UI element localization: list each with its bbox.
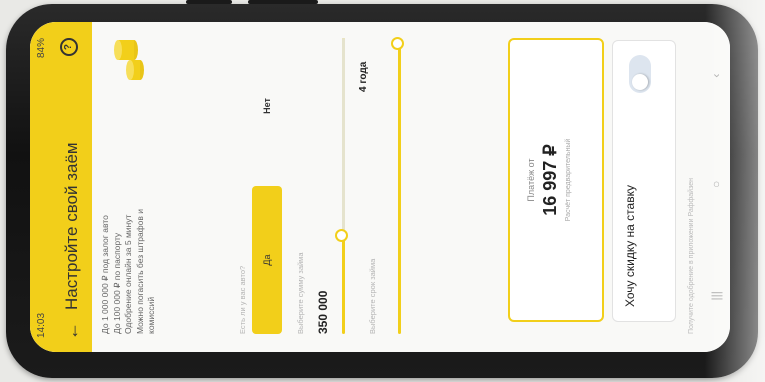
- promo-text: До 1 000 000 ₽ под залог авто До 100 000…: [100, 84, 158, 334]
- amount-slider-track[interactable]: [342, 38, 345, 334]
- term-slider-track[interactable]: [398, 38, 401, 334]
- page-title: Настройте свой заём: [62, 142, 81, 310]
- home-icon[interactable]: ○: [709, 181, 723, 188]
- app-screen: 14:03 84% ← Настройте свой заём ? До 1 0…: [30, 22, 730, 352]
- discount-label: Хочу скидку на ставку: [623, 185, 637, 307]
- status-battery: 84%: [36, 38, 47, 59]
- status-time: 14:03: [36, 312, 47, 338]
- promo-line: комиссий: [146, 296, 156, 334]
- phone-side-button: [248, 0, 318, 4]
- footnote: Получите одобрение в приложении Раффайзе…: [688, 178, 695, 334]
- amount-slider-rest: [342, 38, 345, 237]
- back-chevron-icon[interactable]: ‹: [709, 74, 723, 78]
- promo-line: До 100 000 ₽ по паспорту: [111, 232, 122, 334]
- question-circle-icon[interactable]: ?: [60, 38, 78, 56]
- payment-title: Платёж от: [526, 158, 536, 202]
- payment-amount: 16 997 ₽: [540, 144, 560, 216]
- no-button[interactable]: Нет: [252, 32, 282, 180]
- photo-scene: 14:03 84% ← Настройте свой заём ? До 1 0…: [0, 0, 765, 382]
- promo-line: Можно погасить без штрафов и: [134, 208, 145, 334]
- term-slider-thumb[interactable]: [391, 37, 404, 50]
- android-nav-bar: ||| ○ ‹: [702, 22, 730, 352]
- promo-line: Одобрение онлайн за 5 минут: [123, 214, 133, 334]
- car-question-label: Есть ли у вас авто?: [238, 265, 247, 334]
- recent-apps-icon[interactable]: |||: [709, 291, 723, 300]
- phone-side-button: [186, 0, 232, 4]
- coins-illustration-icon: [114, 40, 144, 80]
- term-value: 4 года: [358, 61, 369, 92]
- toggle-knob: [632, 74, 648, 90]
- amount-value: 350 000: [316, 290, 330, 334]
- arrow-left-icon[interactable]: ←: [62, 322, 83, 340]
- app-header: 14:03 84% ← Настройте свой заём ?: [30, 22, 92, 352]
- amount-slider-thumb[interactable]: [335, 229, 348, 243]
- yes-button[interactable]: Да: [252, 186, 282, 334]
- phone-screen: 14:03 84% ← Настройте свой заём ? До 1 0…: [30, 22, 730, 352]
- term-label: Выберите срок займа: [368, 258, 377, 334]
- discount-card[interactable]: Хочу скидку на ставку: [612, 40, 676, 322]
- payment-card: Платёж от 16 997 ₽ Расчёт предварительны…: [508, 38, 604, 322]
- promo-line: До 1 000 000 ₽ под залог авто: [100, 215, 110, 334]
- payment-note: Расчёт предварительный: [565, 138, 572, 222]
- amount-label: Выберите сумму займа: [296, 252, 305, 334]
- discount-toggle[interactable]: [629, 55, 651, 93]
